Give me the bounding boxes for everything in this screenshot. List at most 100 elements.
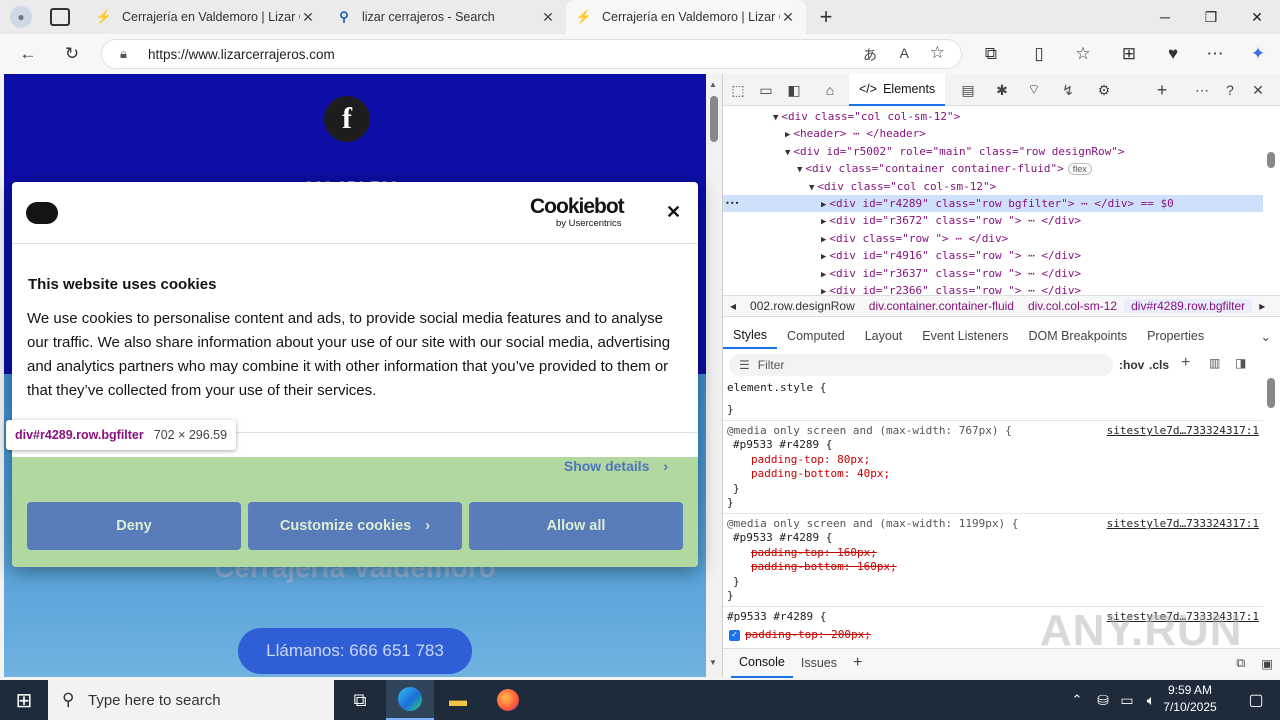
breadcrumb-item[interactable]: div.col.col-sm-12 [1021,299,1124,313]
settings-gear-icon[interactable]: ⚙ [1093,80,1115,100]
sources-bug-icon[interactable]: ✱ [991,80,1013,100]
read-aloud-icon[interactable]: A [900,45,909,61]
favorite-star-icon[interactable]: ☆ [930,43,945,63]
tab-cerrajeria-active[interactable]: ⚡ Cerrajería en Valdemoro | Lizar Ce ✕ [566,0,806,34]
hov-toggle[interactable]: :hov [1119,358,1144,372]
tab-actions-icon[interactable] [50,8,70,26]
favorites-icon[interactable]: ☆ [1068,40,1098,68]
taskbar-search-box[interactable]: ⚲ Type here to search [48,680,334,720]
welcome-home-icon[interactable]: ⌂ [819,80,841,100]
back-arrow-icon[interactable]: ← [13,40,43,68]
css-property[interactable]: padding-bottom: 40px; [751,467,890,481]
expand-down-icon[interactable]: ▼ [797,165,802,175]
computed-sidebar-icon[interactable]: ◨ [1235,356,1246,370]
breadcrumb-item-selected[interactable]: div#r4289.row.bgfilter [1124,299,1253,313]
profile-avatar[interactable]: ● [10,6,32,28]
allow-all-button[interactable]: Allow all [469,502,683,550]
refresh-icon[interactable]: ↻ [57,40,87,68]
expand-right-icon[interactable]: ▶ [821,252,826,262]
close-tab-icon[interactable]: ✕ [780,9,796,26]
extensions-icon[interactable]: ⧉ [976,40,1006,68]
cookie-close-button[interactable]: ✕ [666,202,681,223]
expand-right-icon[interactable]: ▶ [821,217,826,227]
add-drawer-tab-icon[interactable]: + [845,654,870,672]
tab-dom-breakpoints[interactable]: DOM Breakpoints [1018,323,1137,349]
breadcrumb-right-arrow-icon[interactable]: ▸ [1252,299,1272,313]
address-bar[interactable]: 🔒︎ https://www.lizarcerrajeros.com あ A ☆ [101,39,962,69]
firefox-icon[interactable] [484,680,532,720]
file-explorer-icon[interactable]: ▬ [434,680,482,720]
dom-node-row[interactable]: ▶ <header> ⋯ </header> [723,125,1263,142]
close-devtools-icon[interactable]: ✕ [1247,80,1269,100]
dom-node-row[interactable]: ▼ <div id="r5002" role="main" class="row … [723,143,1263,160]
tab-event-listeners[interactable]: Event Listeners [912,323,1018,349]
devtools-more-icon[interactable]: ⋯ [1191,80,1213,100]
dom-node-row[interactable]: ▶ <div class="row "> ⋯ </div> [723,230,1263,247]
dock-drawer-icon[interactable]: ⧉ [1228,656,1253,671]
split-screen-icon[interactable]: ▯ [1024,40,1054,68]
tab-cerrajeria-1[interactable]: ⚡ Cerrajería en Valdemoro | Lizar Ce ✕ [86,0,326,34]
device-toolbar-icon[interactable]: ▭ [755,80,777,100]
dock-side-icon[interactable]: ◧ [783,80,805,100]
css-property-overridden[interactable]: padding-bottom: 160px; [751,560,897,574]
cls-toggle[interactable]: .cls [1149,358,1169,372]
more-tools-plus-icon[interactable]: + [1151,80,1173,100]
expand-right-icon[interactable]: ▶ [821,270,826,280]
more-menu-icon[interactable]: ⋯ [1200,40,1230,68]
performance-icon[interactable]: ♥ [1158,40,1188,68]
show-hidden-icons[interactable]: ⌃ [1064,680,1090,720]
notification-icon[interactable]: ▢ [1232,680,1280,720]
breadcrumb-left-arrow-icon[interactable]: ◂ [723,299,743,313]
element-state-icon[interactable]: ▥ [1209,356,1220,370]
tab-console[interactable]: Console [731,649,793,678]
breadcrumb-item[interactable]: 002.row.designRow [743,299,862,313]
expand-down-icon[interactable]: ▼ [773,113,778,123]
customize-cookies-button[interactable]: Customize cookies › [248,502,462,550]
performance-icon[interactable]: ↯ [1057,80,1079,100]
expand-down-icon[interactable]: ▼ [809,183,814,193]
dom-tree[interactable]: ▼ <div class="col col-sm-12"> ▶ <header> ⋯ … [723,108,1263,297]
breadcrumb-item[interactable]: div.container.container-fluid [862,299,1021,313]
tab-computed[interactable]: Computed [777,323,855,349]
close-drawer-icon[interactable]: ▣ [1253,656,1280,671]
flex-badge[interactable]: flex [1067,163,1092,176]
windows-start-icon[interactable]: ⊞ [0,680,48,720]
call-button[interactable]: Llámanos: 666 651 783 [238,628,472,674]
tab-search[interactable]: ⚲ lizar cerrajeros - Search ✕ [326,0,566,34]
network-icon[interactable]: ⛁ [1090,680,1116,720]
deny-button[interactable]: Deny [27,502,241,550]
css-property[interactable]: padding-top: 80px; [751,453,870,467]
console-icon[interactable]: ▤ [957,80,979,100]
translate-icon[interactable]: あ [863,45,877,65]
scrollbar-thumb[interactable] [710,96,718,142]
page-scrollbar[interactable]: ▲ ▼ [706,74,722,677]
help-icon[interactable]: ? [1219,80,1241,100]
source-link[interactable]: sitestyle7d…733324317:1 [1107,517,1259,530]
taskbar-clock[interactable]: 9:59 AM 7/10/2025 [1158,682,1222,716]
expand-right-icon[interactable]: ▶ [821,235,826,245]
dom-node-row[interactable]: ▼ <div class="col col-sm-12"> [723,178,1263,195]
dom-node-row[interactable]: ▶ <div id="r4916" class="row "> ⋯ </div> [723,247,1263,264]
dom-scroll-thumb[interactable] [1267,152,1275,168]
tab-layout[interactable]: Layout [855,323,913,349]
tab-issues[interactable]: Issues [793,656,845,670]
css-property-overridden[interactable]: padding-top: 200px; [745,628,871,642]
expand-right-icon[interactable]: ▶ [785,130,790,140]
property-checkbox[interactable]: ✓ [729,630,740,641]
copilot-icon[interactable]: ✦ [1243,40,1273,68]
network-wifi-icon[interactable]: ⌔ [1023,80,1045,100]
tab-styles[interactable]: Styles [723,323,778,349]
show-details-link[interactable]: Show details › [564,458,668,474]
edge-browser-icon[interactable] [386,680,434,720]
styles-scroll-thumb[interactable] [1267,378,1275,408]
expand-right-icon[interactable]: ▶ [821,200,826,210]
expand-down-icon[interactable]: ▼ [785,148,790,158]
tab-properties[interactable]: Properties [1137,323,1214,349]
filter-input[interactable]: ☰ Filter [729,354,1113,376]
dom-node-row[interactable]: ▶ <div id="r3672" class="row "> ⋯ </div> [723,212,1263,229]
minimize-icon[interactable]: ─ [1142,0,1188,34]
dom-node-row[interactable]: ▼ <div class="col col-sm-12"> [723,108,1263,125]
lock-icon[interactable]: 🔒︎ [120,46,127,62]
new-tab-button[interactable]: + [814,4,838,30]
collections-icon[interactable]: ⊞ [1114,40,1144,68]
